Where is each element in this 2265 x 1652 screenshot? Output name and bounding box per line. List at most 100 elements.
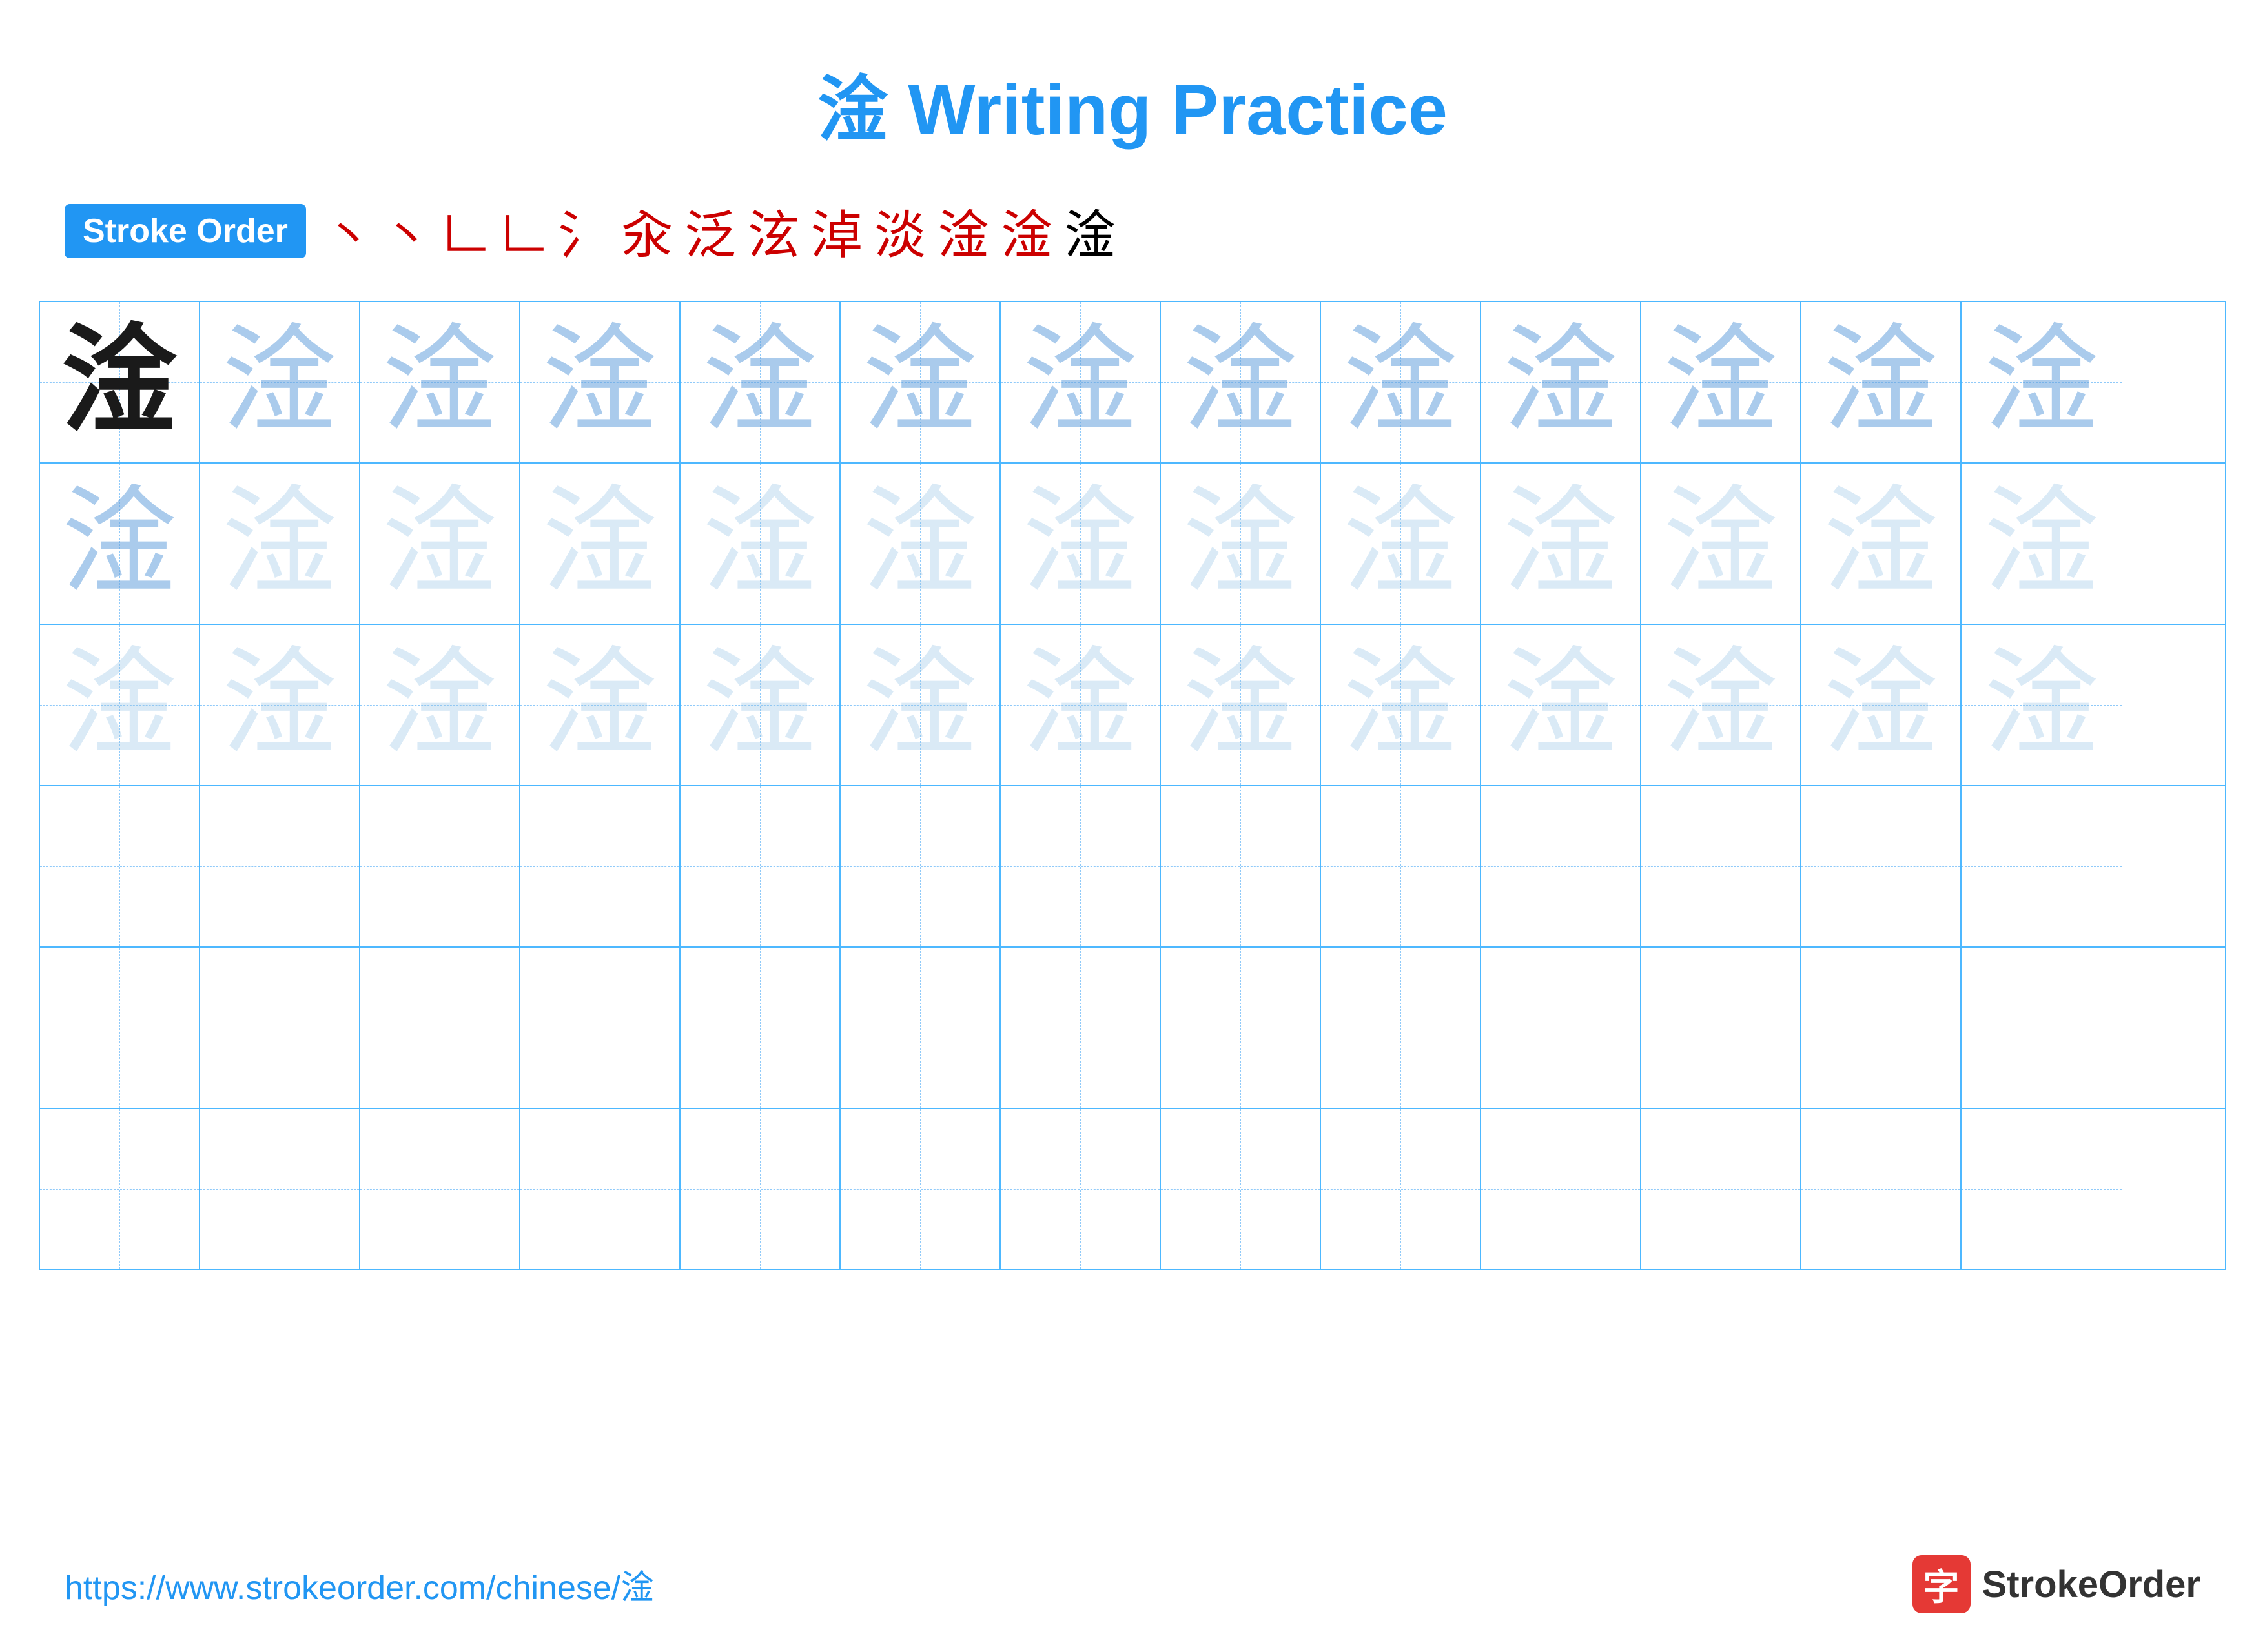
cell-3-10[interactable]: 淦 xyxy=(1481,625,1641,785)
cell-4-6[interactable] xyxy=(841,786,1001,946)
cell-6-9[interactable] xyxy=(1321,1109,1481,1269)
cell-5-10[interactable] xyxy=(1481,948,1641,1108)
stroke-order-badge: Stroke Order xyxy=(65,204,306,258)
cell-5-6[interactable] xyxy=(841,948,1001,1108)
cell-1-5[interactable]: 淦 xyxy=(681,302,841,462)
cell-2-9[interactable]: 淦 xyxy=(1321,464,1481,624)
cell-5-5[interactable] xyxy=(681,948,841,1108)
cell-4-3[interactable] xyxy=(360,786,520,946)
cell-1-11[interactable]: 淦 xyxy=(1641,302,1801,462)
cell-1-8[interactable]: 淦 xyxy=(1161,302,1321,462)
cell-3-11[interactable]: 淦 xyxy=(1641,625,1801,785)
cell-2-8[interactable]: 淦 xyxy=(1161,464,1321,624)
char-display: 淦 xyxy=(382,485,498,602)
cell-3-2[interactable]: 淦 xyxy=(200,625,360,785)
cell-4-8[interactable] xyxy=(1161,786,1321,946)
cell-4-7[interactable] xyxy=(1001,786,1161,946)
cell-3-6[interactable]: 淦 xyxy=(841,625,1001,785)
cell-3-7[interactable]: 淦 xyxy=(1001,625,1161,785)
cell-3-13[interactable]: 淦 xyxy=(1962,625,2122,785)
cell-5-1[interactable] xyxy=(40,948,200,1108)
cell-4-2[interactable] xyxy=(200,786,360,946)
cell-6-11[interactable] xyxy=(1641,1109,1801,1269)
cell-1-7[interactable]: 淦 xyxy=(1001,302,1161,462)
cell-5-8[interactable] xyxy=(1161,948,1321,1108)
cell-6-13[interactable] xyxy=(1962,1109,2122,1269)
char-display: 淦 xyxy=(1502,647,1619,763)
cell-6-3[interactable] xyxy=(360,1109,520,1269)
logo-icon: 字 xyxy=(1912,1555,1971,1613)
cell-1-2[interactable]: 淦 xyxy=(200,302,360,462)
char-display: 淦 xyxy=(1983,324,2100,440)
cell-1-1[interactable]: 淦 xyxy=(40,302,200,462)
cell-2-10[interactable]: 淦 xyxy=(1481,464,1641,624)
cell-5-11[interactable] xyxy=(1641,948,1801,1108)
footer-url[interactable]: https://www.strokeorder.com/chinese/淦 xyxy=(65,1560,654,1609)
cell-3-5[interactable]: 淦 xyxy=(681,625,841,785)
cell-3-4[interactable]: 淦 xyxy=(520,625,681,785)
cell-1-10[interactable]: 淦 xyxy=(1481,302,1641,462)
cell-5-13[interactable] xyxy=(1962,948,2122,1108)
cell-6-1[interactable] xyxy=(40,1109,200,1269)
cell-6-12[interactable] xyxy=(1801,1109,1962,1269)
char-display: 淦 xyxy=(1502,485,1619,602)
cell-2-6[interactable]: 淦 xyxy=(841,464,1001,624)
cell-5-9[interactable] xyxy=(1321,948,1481,1108)
cell-4-9[interactable] xyxy=(1321,786,1481,946)
char-display: 淦 xyxy=(1182,485,1298,602)
cell-6-6[interactable] xyxy=(841,1109,1001,1269)
stroke-6: 汆 xyxy=(621,194,673,269)
cell-4-5[interactable] xyxy=(681,786,841,946)
cell-2-1[interactable]: 淦 xyxy=(40,464,200,624)
char-display: 淦 xyxy=(221,647,338,763)
char-display: 淦 xyxy=(1342,485,1459,602)
cell-6-5[interactable] xyxy=(681,1109,841,1269)
cell-3-9[interactable]: 淦 xyxy=(1321,625,1481,785)
cell-4-12[interactable] xyxy=(1801,786,1962,946)
cell-6-7[interactable] xyxy=(1001,1109,1161,1269)
cell-6-8[interactable] xyxy=(1161,1109,1321,1269)
cell-4-1[interactable] xyxy=(40,786,200,946)
cell-6-2[interactable] xyxy=(200,1109,360,1269)
cell-1-12[interactable]: 淦 xyxy=(1801,302,1962,462)
cell-1-13[interactable]: 淦 xyxy=(1962,302,2122,462)
stroke-12: 淦 xyxy=(1001,194,1052,269)
stroke-9: 淖 xyxy=(811,194,863,269)
char-display: 淦 xyxy=(61,324,178,440)
cell-5-2[interactable] xyxy=(200,948,360,1108)
cell-3-1[interactable]: 淦 xyxy=(40,625,200,785)
cell-5-12[interactable] xyxy=(1801,948,1962,1108)
cell-1-3[interactable]: 淦 xyxy=(360,302,520,462)
cell-3-8[interactable]: 淦 xyxy=(1161,625,1321,785)
cell-1-9[interactable]: 淦 xyxy=(1321,302,1481,462)
stroke-5: 氵 xyxy=(558,194,610,269)
char-display: 淦 xyxy=(1022,485,1138,602)
cell-4-11[interactable] xyxy=(1641,786,1801,946)
cell-5-4[interactable] xyxy=(520,948,681,1108)
cell-6-4[interactable] xyxy=(520,1109,681,1269)
char-display: 淦 xyxy=(862,647,978,763)
cell-2-11[interactable]: 淦 xyxy=(1641,464,1801,624)
cell-3-3[interactable]: 淦 xyxy=(360,625,520,785)
cell-4-4[interactable] xyxy=(520,786,681,946)
cell-1-6[interactable]: 淦 xyxy=(841,302,1001,462)
cell-2-2[interactable]: 淦 xyxy=(200,464,360,624)
cell-2-7[interactable]: 淦 xyxy=(1001,464,1161,624)
cell-4-13[interactable] xyxy=(1962,786,2122,946)
cell-2-13[interactable]: 淦 xyxy=(1962,464,2122,624)
cell-5-3[interactable] xyxy=(360,948,520,1108)
grid-row-6 xyxy=(40,1109,2225,1269)
cell-2-12[interactable]: 淦 xyxy=(1801,464,1962,624)
practice-grid: 淦 淦 淦 淦 淦 淦 淦 淦 淦 淦 淦 淦 淦 淦 淦 淦 淦 淦 淦 淦 … xyxy=(39,301,2226,1270)
cell-2-5[interactable]: 淦 xyxy=(681,464,841,624)
cell-2-3[interactable]: 淦 xyxy=(360,464,520,624)
stroke-10: 淡 xyxy=(874,194,926,269)
cell-1-4[interactable]: 淦 xyxy=(520,302,681,462)
cell-3-12[interactable]: 淦 xyxy=(1801,625,1962,785)
title-character: 淦 xyxy=(817,70,888,150)
cell-4-10[interactable] xyxy=(1481,786,1641,946)
cell-5-7[interactable] xyxy=(1001,948,1161,1108)
cell-6-10[interactable] xyxy=(1481,1109,1641,1269)
char-display: 淦 xyxy=(1342,647,1459,763)
cell-2-4[interactable]: 淦 xyxy=(520,464,681,624)
